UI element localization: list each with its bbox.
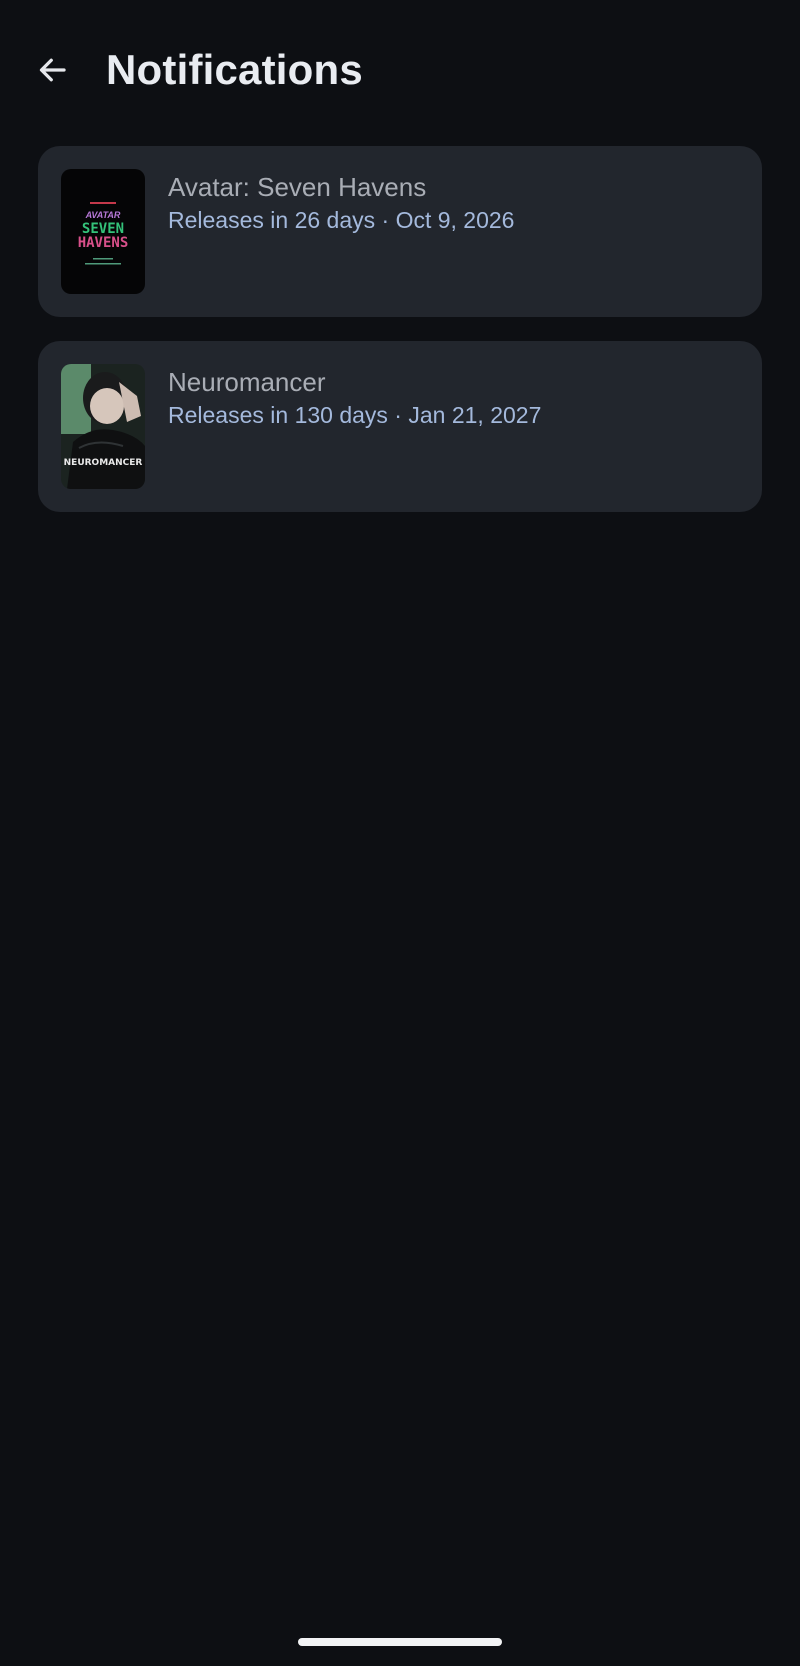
notification-card-avatar[interactable]: AVATAR SEVEN HAVENS Avatar: Seven Havens… bbox=[38, 146, 762, 317]
notification-title: Avatar: Seven Havens bbox=[168, 172, 427, 202]
poster-text: NEUROMANCER bbox=[64, 458, 143, 468]
notification-card-neuromancer[interactable]: NEUROMANCER Neuromancer Releases in 130 … bbox=[38, 341, 762, 512]
poster-line-2: HAVENS bbox=[78, 235, 129, 251]
arrow-left-icon bbox=[39, 58, 66, 82]
notification-title: Neuromancer bbox=[168, 367, 326, 397]
notification-list: AVATAR SEVEN HAVENS Avatar: Seven Havens… bbox=[38, 146, 762, 536]
home-indicator[interactable] bbox=[298, 1638, 502, 1646]
poster-top-text: AVATAR bbox=[85, 210, 121, 220]
poster-image: NEUROMANCER bbox=[61, 364, 145, 489]
notification-subtitle: Releases in 26 days · Oct 9, 2026 bbox=[168, 207, 515, 233]
poster-image: AVATAR SEVEN HAVENS bbox=[61, 169, 145, 294]
page-title: Notifications bbox=[106, 46, 363, 93]
app-bar: Notifications bbox=[0, 0, 800, 140]
back-button[interactable] bbox=[28, 46, 76, 94]
notification-subtitle: Releases in 130 days · Jan 21, 2027 bbox=[168, 402, 542, 428]
